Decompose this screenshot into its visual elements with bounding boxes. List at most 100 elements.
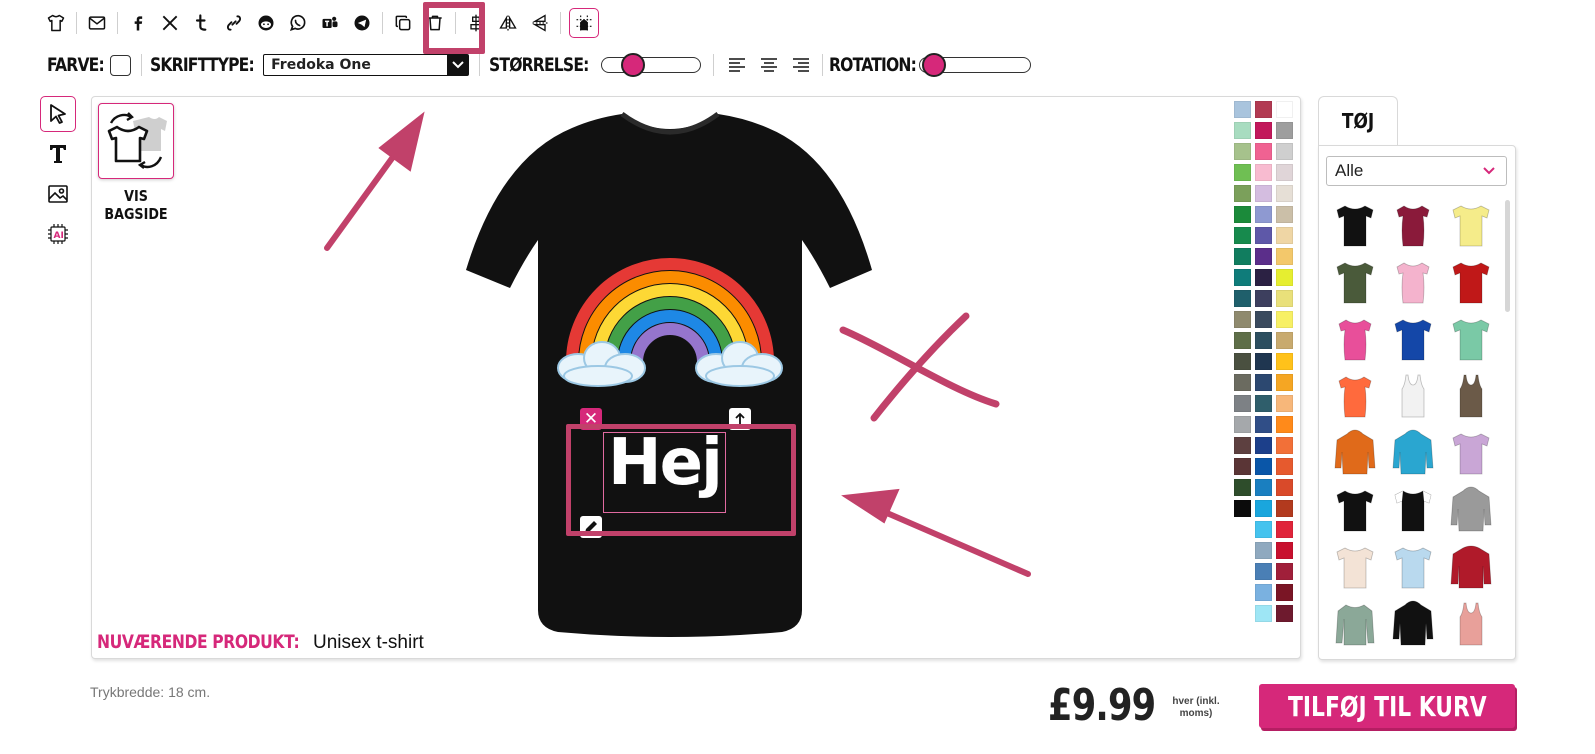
color-swatch[interactable] bbox=[1276, 311, 1293, 328]
color-swatch[interactable] bbox=[1234, 101, 1251, 118]
color-swatch[interactable] bbox=[1276, 143, 1293, 160]
color-swatch[interactable] bbox=[1255, 353, 1272, 370]
size-slider-handle[interactable] bbox=[620, 53, 645, 77]
flip-horizontal-icon[interactable] bbox=[492, 7, 524, 39]
rotation-slider[interactable] bbox=[918, 53, 1031, 77]
color-swatch[interactable] bbox=[1234, 206, 1251, 223]
color-swatch[interactable] bbox=[1276, 248, 1293, 265]
color-swatch[interactable] bbox=[1255, 584, 1272, 601]
align-right-icon[interactable] bbox=[792, 56, 810, 74]
color-swatch[interactable] bbox=[1255, 185, 1272, 202]
color-swatch[interactable] bbox=[1255, 563, 1272, 580]
color-swatch[interactable] bbox=[1276, 395, 1293, 412]
align-left-icon[interactable] bbox=[728, 56, 746, 74]
color-swatch[interactable] bbox=[1234, 479, 1251, 496]
color-swatch[interactable] bbox=[1255, 227, 1272, 244]
color-swatch[interactable] bbox=[1276, 605, 1293, 622]
flip-vertical-icon[interactable] bbox=[524, 7, 556, 39]
link-icon[interactable] bbox=[218, 7, 250, 39]
whatsapp-icon[interactable] bbox=[282, 7, 314, 39]
color-swatch[interactable] bbox=[1276, 521, 1293, 538]
product-thumbnail[interactable] bbox=[1327, 597, 1383, 650]
color-swatch[interactable] bbox=[1276, 290, 1293, 307]
color-swatch[interactable] bbox=[1234, 311, 1251, 328]
ai-tool-icon[interactable]: AI bbox=[40, 216, 76, 252]
product-thumbnail[interactable] bbox=[1443, 426, 1499, 479]
color-swatch[interactable] bbox=[1255, 416, 1272, 433]
product-thumbnail[interactable] bbox=[1327, 312, 1383, 365]
x-twitter-icon[interactable] bbox=[154, 7, 186, 39]
grid-snap-icon[interactable] bbox=[569, 8, 599, 38]
color-swatch[interactable] bbox=[1255, 521, 1272, 538]
product-thumbnail[interactable] bbox=[1385, 312, 1441, 365]
color-swatch[interactable] bbox=[1234, 437, 1251, 454]
show-backside-button[interactable] bbox=[98, 103, 174, 179]
color-swatch[interactable] bbox=[1276, 584, 1293, 601]
color-swatch[interactable] bbox=[1255, 206, 1272, 223]
tumblr-icon[interactable] bbox=[186, 7, 218, 39]
color-swatch[interactable] bbox=[1276, 185, 1293, 202]
color-swatch[interactable] bbox=[1255, 122, 1272, 139]
color-swatch[interactable] bbox=[1234, 164, 1251, 181]
color-swatch[interactable] bbox=[1276, 500, 1293, 517]
tab-clothing[interactable]: TØJ bbox=[1318, 96, 1398, 146]
color-swatch[interactable] bbox=[1255, 437, 1272, 454]
color-swatch[interactable] bbox=[1276, 353, 1293, 370]
mail-icon[interactable] bbox=[81, 7, 113, 39]
color-swatch[interactable] bbox=[1276, 542, 1293, 559]
select-arrow-icon[interactable] bbox=[40, 96, 76, 132]
color-swatch[interactable] bbox=[1234, 353, 1251, 370]
align-center-text-icon[interactable] bbox=[760, 56, 778, 74]
teams-icon[interactable] bbox=[314, 7, 346, 39]
color-swatch[interactable] bbox=[1276, 458, 1293, 475]
color-swatch[interactable] bbox=[1234, 500, 1251, 517]
product-thumbnail[interactable] bbox=[1385, 540, 1441, 593]
color-swatch[interactable] bbox=[1255, 605, 1272, 622]
product-thumbnail[interactable] bbox=[1443, 312, 1499, 365]
color-swatch[interactable] bbox=[1276, 479, 1293, 496]
text-tool-icon[interactable] bbox=[40, 136, 76, 172]
color-swatch[interactable] bbox=[1276, 206, 1293, 223]
color-swatch[interactable] bbox=[1234, 122, 1251, 139]
product-thumbnail[interactable] bbox=[1327, 426, 1383, 479]
add-to-cart-button[interactable]: TILFØJ TIL KURV bbox=[1259, 684, 1515, 728]
telegram-icon[interactable] bbox=[346, 7, 378, 39]
product-thumbnail[interactable] bbox=[1385, 483, 1441, 536]
color-swatch[interactable] bbox=[1234, 416, 1251, 433]
color-swatch[interactable] bbox=[1255, 332, 1272, 349]
color-swatch[interactable] bbox=[1276, 122, 1293, 139]
product-thumbnail[interactable] bbox=[1327, 255, 1383, 308]
category-filter-select[interactable]: Alle bbox=[1326, 156, 1507, 186]
color-swatch[interactable] bbox=[1234, 374, 1251, 391]
product-thumbnail[interactable] bbox=[1385, 198, 1441, 251]
color-swatch[interactable] bbox=[1234, 290, 1251, 307]
color-swatch[interactable] bbox=[1276, 269, 1293, 286]
color-swatch[interactable] bbox=[1255, 290, 1272, 307]
rotation-slider-handle[interactable] bbox=[921, 53, 946, 77]
color-swatch[interactable] bbox=[1276, 101, 1293, 118]
color-swatch[interactable] bbox=[1255, 500, 1272, 517]
color-swatch[interactable] bbox=[1276, 374, 1293, 391]
color-swatch[interactable] bbox=[1234, 332, 1251, 349]
product-thumbnail[interactable] bbox=[1443, 597, 1499, 650]
color-swatch[interactable] bbox=[1255, 164, 1272, 181]
product-thumbnail[interactable] bbox=[1327, 483, 1383, 536]
product-thumbnail[interactable] bbox=[1385, 255, 1441, 308]
product-thumbnail[interactable] bbox=[1385, 369, 1441, 422]
facebook-icon[interactable] bbox=[122, 7, 154, 39]
color-swatch[interactable] bbox=[1234, 269, 1251, 286]
color-swatch[interactable] bbox=[1255, 542, 1272, 559]
color-swatch[interactable] bbox=[1255, 269, 1272, 286]
size-slider[interactable] bbox=[600, 53, 701, 77]
product-thumbnail[interactable] bbox=[1443, 255, 1499, 308]
color-swatch[interactable] bbox=[1234, 248, 1251, 265]
product-thumbnail[interactable] bbox=[1443, 198, 1499, 251]
color-swatch[interactable] bbox=[1255, 374, 1272, 391]
product-thumbnail[interactable] bbox=[1385, 597, 1441, 650]
duplicate-icon[interactable] bbox=[387, 7, 419, 39]
product-thumbnail[interactable] bbox=[1327, 198, 1383, 251]
text-color-swatch[interactable] bbox=[110, 54, 132, 76]
product-thumbnail[interactable] bbox=[1327, 369, 1383, 422]
color-swatch[interactable] bbox=[1276, 437, 1293, 454]
color-swatch[interactable] bbox=[1234, 458, 1251, 475]
